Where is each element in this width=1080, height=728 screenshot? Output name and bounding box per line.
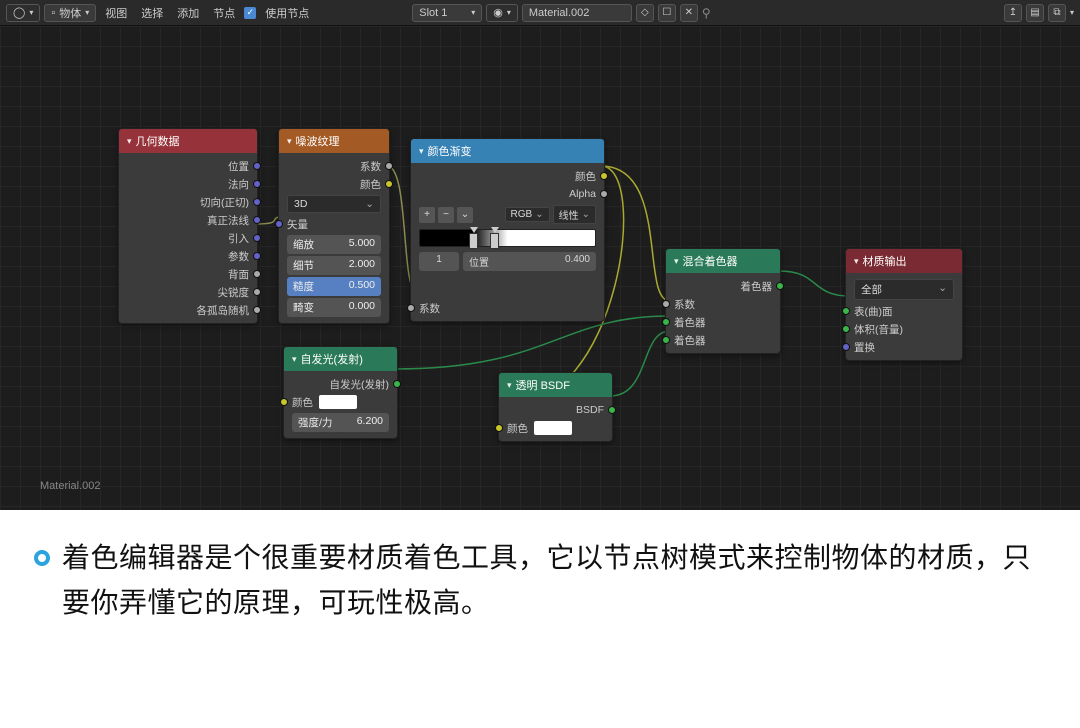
emission-color-swatch[interactable] — [319, 395, 357, 409]
menu-select[interactable]: 选择 — [136, 5, 168, 21]
material-new-icon[interactable]: ◇ — [636, 4, 654, 22]
node-geometry-header[interactable]: 几何数据 — [119, 129, 257, 153]
transparent-color-swatch[interactable] — [534, 421, 572, 435]
node-mix-shader[interactable]: 混合着色器 着色器 系数 着色器 着色器 — [665, 248, 781, 354]
node-emission[interactable]: 自发光(发射) 自发光(发射) 颜色 强度/力6.200 — [283, 346, 398, 439]
ramp-remove-stop[interactable]: − — [438, 207, 454, 223]
material-name-field[interactable]: Material.002 — [522, 4, 632, 22]
bullet-icon — [34, 550, 50, 566]
caption-block: 着色编辑器是个很重要材质着色工具，它以节点树模式来控制物体的材质，只要你弄懂它的… — [0, 510, 1080, 660]
material-delete-icon[interactable]: ✕ — [680, 4, 698, 22]
node-canvas[interactable]: 几何数据 位置 法向 切向(正切) 真正法线 引入 参数 背面 尖锐度 各孤岛随… — [0, 26, 1080, 510]
shader-editor-panel: ◯▾ ▫ 物体 ▾ 视图 选择 添加 节点 ✓ 使用节点 Slot 1 ▾ ◉▾… — [0, 0, 1080, 510]
editor-type-dropdown[interactable]: ◯▾ — [6, 4, 40, 22]
pin-icon[interactable]: ⚲ — [702, 6, 711, 20]
emission-strength-field[interactable]: 强度/力6.200 — [292, 413, 389, 432]
node-transparent-header[interactable]: 透明 BSDF — [499, 373, 612, 397]
menu-view[interactable]: 视图 — [100, 5, 132, 21]
node-output-header[interactable]: 材质输出 — [846, 249, 962, 273]
node-material-output[interactable]: 材质输出 全部 表(曲)面 体积(音量) 置换 — [845, 248, 963, 361]
ramp-interp-dropdown[interactable]: 线性 — [553, 205, 596, 224]
node-noise-header[interactable]: 噪波纹理 — [279, 129, 389, 153]
canvas-material-label: Material.002 — [40, 480, 101, 492]
slot-dropdown[interactable]: Slot 1 ▾ — [412, 4, 482, 22]
header-icon-1[interactable]: ↥ — [1004, 4, 1022, 22]
object-mode-dropdown[interactable]: ▫ 物体 ▾ — [44, 4, 96, 22]
noise-distort-field[interactable]: 畸变0.000 — [287, 298, 381, 317]
node-mix-header[interactable]: 混合着色器 — [666, 249, 780, 273]
output-target-dropdown[interactable]: 全部 — [854, 279, 954, 300]
mode-label: 物体 — [59, 5, 81, 21]
material-browse[interactable]: ◉▾ — [486, 4, 518, 22]
ramp-colormode-dropdown[interactable]: RGB — [505, 207, 550, 222]
ramp-stop-position[interactable]: 位置0.400 — [463, 252, 596, 271]
ramp-stop-index[interactable]: 1 — [419, 252, 459, 271]
header-icon-3[interactable]: ⧉ — [1048, 4, 1066, 22]
noise-scale-field[interactable]: 缩放5.000 — [287, 235, 381, 254]
node-ramp-header[interactable]: 颜色渐变 — [411, 139, 604, 163]
use-nodes-checkbox[interactable]: ✓ — [244, 7, 256, 19]
noise-detail-field[interactable]: 细节2.000 — [287, 256, 381, 275]
node-transparent-bsdf[interactable]: 透明 BSDF BSDF 颜色 — [498, 372, 613, 442]
node-color-ramp[interactable]: 颜色渐变 颜色 Alpha + − ⌄ RGB 线性 1 — [410, 138, 605, 322]
node-emission-header[interactable]: 自发光(发射) — [284, 347, 397, 371]
header-icon-2[interactable]: ▤ — [1026, 4, 1044, 22]
node-geometry[interactable]: 几何数据 位置 法向 切向(正切) 真正法线 引入 参数 背面 尖锐度 各孤岛随… — [118, 128, 258, 324]
ramp-stop-0[interactable] — [469, 227, 478, 251]
collapse-icon[interactable]: ▾ — [1070, 8, 1074, 17]
ramp-tools-dropdown[interactable]: ⌄ — [457, 207, 473, 223]
noise-dim-dropdown[interactable]: 3D — [287, 195, 381, 213]
noise-roughness-field[interactable]: 糙度0.500 — [287, 277, 381, 296]
ramp-add-stop[interactable]: + — [419, 207, 435, 223]
editor-header: ◯▾ ▫ 物体 ▾ 视图 选择 添加 节点 ✓ 使用节点 Slot 1 ▾ ◉▾… — [0, 0, 1080, 26]
menu-node[interactable]: 节点 — [208, 5, 240, 21]
use-nodes-label: 使用节点 — [260, 5, 314, 21]
material-copy-icon[interactable]: ☐ — [658, 4, 676, 22]
menu-add[interactable]: 添加 — [172, 5, 204, 21]
ramp-stop-1[interactable] — [490, 227, 499, 251]
node-noise-texture[interactable]: 噪波纹理 系数 颜色 3D 矢量 缩放5.000 细节2.000 糙度0.500… — [278, 128, 390, 324]
caption-text: 着色编辑器是个很重要材质着色工具，它以节点树模式来控制物体的材质，只要你弄懂它的… — [62, 536, 1040, 626]
ramp-gradient[interactable] — [419, 229, 596, 247]
